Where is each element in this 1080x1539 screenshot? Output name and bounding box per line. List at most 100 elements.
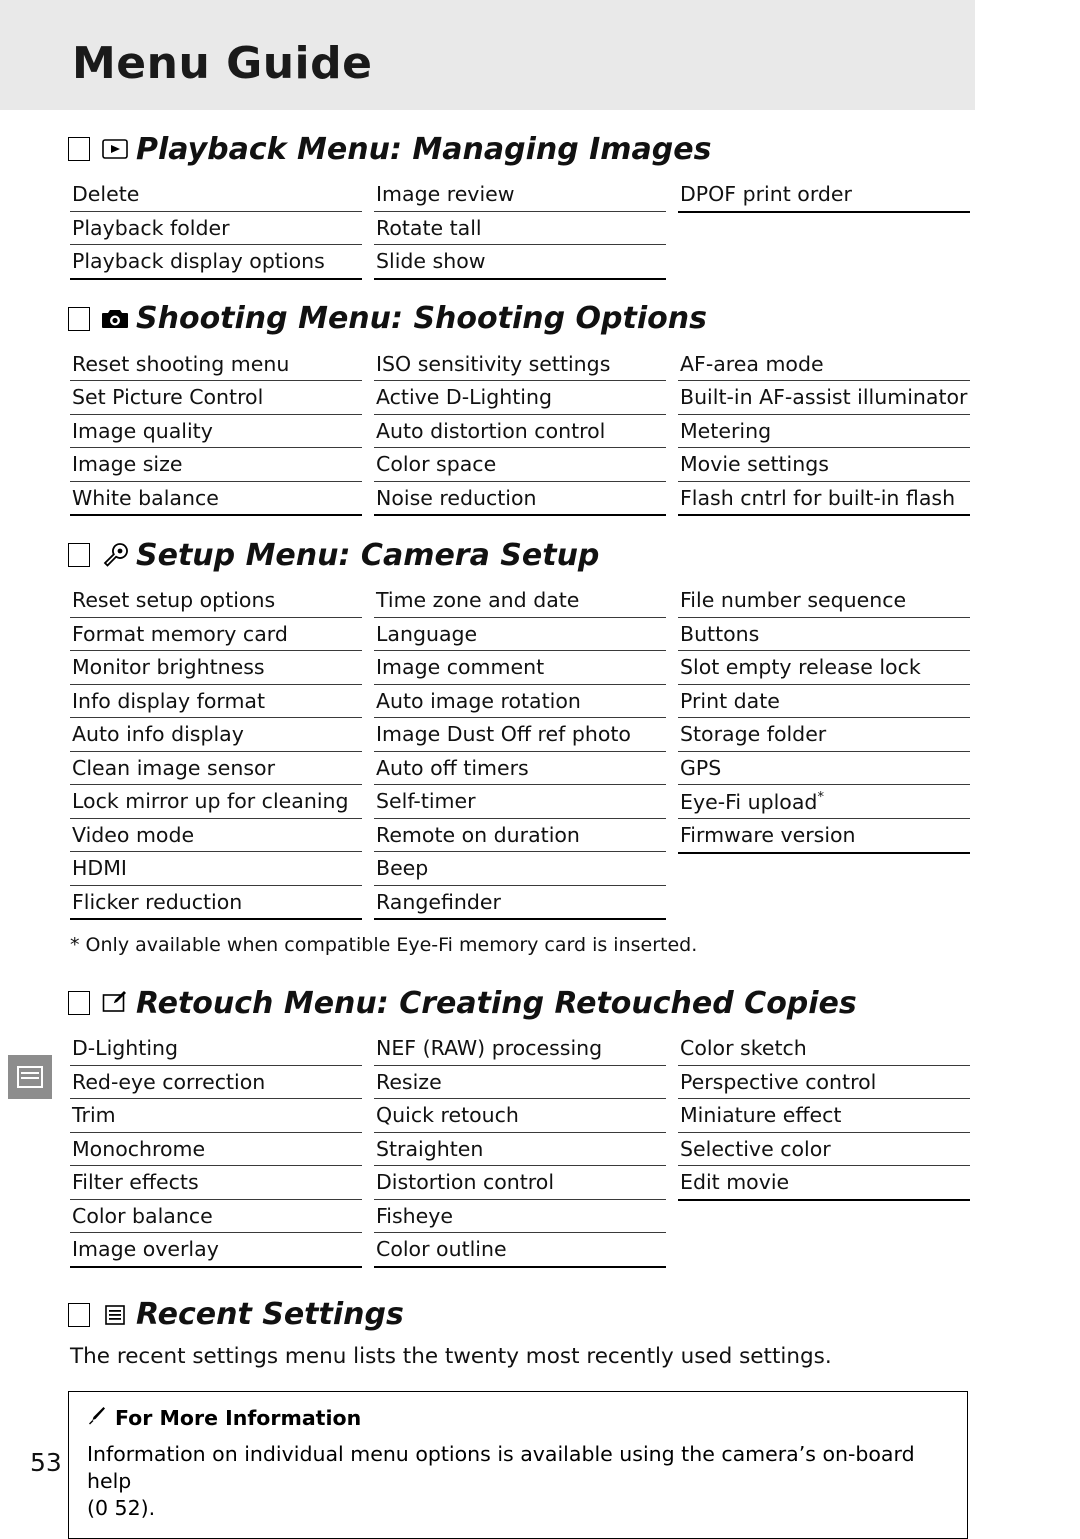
section-heading-shooting: Shooting Menu: Shooting Options xyxy=(68,298,1080,340)
table-row: NEF (RAW) processing xyxy=(374,1032,666,1066)
table-row: AF-area mode xyxy=(678,348,970,381)
table-retouch: D-Lighting Red-eye correction Trim Monoc… xyxy=(70,1032,970,1268)
table-row: Color sketch xyxy=(678,1032,970,1066)
table-row: Playback display options xyxy=(70,245,362,280)
table-row: File number sequence xyxy=(678,584,970,618)
table-row: ISO sensitivity settings xyxy=(374,348,666,381)
table-column: AF-area mode Built-in AF-assist illumina… xyxy=(678,348,970,516)
table-row: Reset setup options xyxy=(70,584,362,618)
section-marker-icon xyxy=(68,991,90,1015)
table-row: Fisheye xyxy=(374,1200,666,1233)
table-row: Rangefinder xyxy=(374,886,666,920)
table-row: Auto distortion control xyxy=(374,415,666,448)
table-row: Slot empty release lock xyxy=(678,651,970,685)
table-row: White balance xyxy=(70,482,362,516)
table-row: DPOF print order xyxy=(678,178,970,213)
table-row: Lock mirror up for cleaning xyxy=(70,785,362,819)
section-title-shooting: Shooting Menu: Shooting Options xyxy=(136,301,707,336)
table-row: Language xyxy=(374,618,666,651)
table-row: Clean image sensor xyxy=(70,752,362,785)
table-row: Eye-Fi upload* xyxy=(678,785,970,820)
table-row: Slide show xyxy=(374,245,666,280)
table-column: D-Lighting Red-eye correction Trim Monoc… xyxy=(70,1032,362,1268)
wrench-icon xyxy=(100,540,130,570)
table-row: Resize xyxy=(374,1066,666,1099)
table-row: Monitor brightness xyxy=(70,651,362,685)
section-heading-setup: Setup Menu: Camera Setup xyxy=(68,534,1080,576)
note-title-row: For More Information xyxy=(87,1406,949,1431)
page-number: 53 xyxy=(30,1448,62,1477)
table-setup: Reset setup options Format memory card M… xyxy=(70,584,970,920)
table-row: Print date xyxy=(678,685,970,718)
table-cell-text: Eye-Fi upload xyxy=(680,789,818,814)
table-row: Auto image rotation xyxy=(374,685,666,718)
table-column: File number sequence Buttons Slot empty … xyxy=(678,584,970,920)
table-row: Color space xyxy=(374,448,666,482)
table-row: Miniature effect xyxy=(678,1099,970,1133)
table-row: Noise reduction xyxy=(374,482,666,516)
table-row: Beep xyxy=(374,852,666,886)
table-row: Movie settings xyxy=(678,448,970,482)
table-row: Playback folder xyxy=(70,212,362,245)
table-row: Edit movie xyxy=(678,1166,970,1201)
table-row: GPS xyxy=(678,752,970,785)
table-column: Color sketch Perspective control Miniatu… xyxy=(678,1032,970,1268)
table-row: Distortion control xyxy=(374,1166,666,1200)
table-column: Time zone and date Language Image commen… xyxy=(374,584,666,920)
table-column: NEF (RAW) processing Resize Quick retouc… xyxy=(374,1032,666,1268)
section-heading-playback: Playback Menu: Managing Images xyxy=(68,128,1080,170)
for-more-information-box: For More Information Information on indi… xyxy=(68,1390,968,1539)
table-row: Color outline xyxy=(374,1233,666,1268)
table-row: Reset shooting menu xyxy=(70,348,362,381)
table-row: Image size xyxy=(70,448,362,482)
table-row: Firmware version xyxy=(678,819,970,854)
table-row: Rotate tall xyxy=(374,212,666,245)
section-title-recent: Recent Settings xyxy=(136,1297,404,1332)
table-row: Self-timer xyxy=(374,785,666,819)
table-row: Image Dust Off ref photo xyxy=(374,718,666,752)
table-row: Red-eye correction xyxy=(70,1066,362,1099)
table-row: Buttons xyxy=(678,618,970,651)
table-row: Info display format xyxy=(70,685,362,718)
table-row: Delete xyxy=(70,178,362,212)
note-body: Information on individual menu options i… xyxy=(87,1441,915,1494)
table-row: D-Lighting xyxy=(70,1032,362,1066)
table-row: Built-in AF-assist illuminator xyxy=(678,381,970,415)
footnote-marker: * xyxy=(817,790,824,805)
table-row: Straighten xyxy=(374,1133,666,1166)
section-marker-icon xyxy=(68,543,90,567)
table-row: HDMI xyxy=(70,852,362,886)
table-row: Flicker reduction xyxy=(70,886,362,920)
table-row: Remote on duration xyxy=(374,819,666,852)
table-row: Image review xyxy=(374,178,666,212)
table-row: Time zone and date xyxy=(374,584,666,618)
table-row: Format memory card xyxy=(70,618,362,651)
table-column: Delete Playback folder Playback display … xyxy=(70,178,362,280)
table-row: Filter effects xyxy=(70,1166,362,1200)
table-row: Trim xyxy=(70,1099,362,1133)
table-row: Auto info display xyxy=(70,718,362,752)
table-shooting: Reset shooting menu Set Picture Control … xyxy=(70,348,970,516)
table-column: DPOF print order xyxy=(678,178,970,280)
section-heading-recent: Recent Settings xyxy=(68,1294,1080,1336)
table-row: Storage folder xyxy=(678,718,970,752)
section-title-setup: Setup Menu: Camera Setup xyxy=(136,537,600,573)
section-heading-retouch: Retouch Menu: Creating Retouched Copies xyxy=(68,982,1080,1024)
pencil-icon xyxy=(87,1406,107,1431)
table-playback: Delete Playback folder Playback display … xyxy=(70,178,970,280)
table-row: Image comment xyxy=(374,651,666,685)
playback-icon xyxy=(100,134,130,164)
table-row: Auto off timers xyxy=(374,752,666,785)
section-marker-icon xyxy=(68,306,90,331)
table-row: Flash cntrl for built-in flash xyxy=(678,482,970,516)
table-row: Active D-Lighting xyxy=(374,381,666,415)
note-title: For More Information xyxy=(115,1406,362,1430)
table-row: Metering xyxy=(678,415,970,448)
section-marker-icon xyxy=(68,1302,90,1327)
table-column: Reset shooting menu Set Picture Control … xyxy=(70,348,362,516)
camera-icon xyxy=(100,304,130,334)
table-row: Perspective control xyxy=(678,1066,970,1099)
document-content: Playback Menu: Managing Images Delete Pl… xyxy=(0,110,1080,1539)
section-title-playback: Playback Menu: Managing Images xyxy=(136,131,712,167)
section-marker-icon xyxy=(68,137,90,161)
